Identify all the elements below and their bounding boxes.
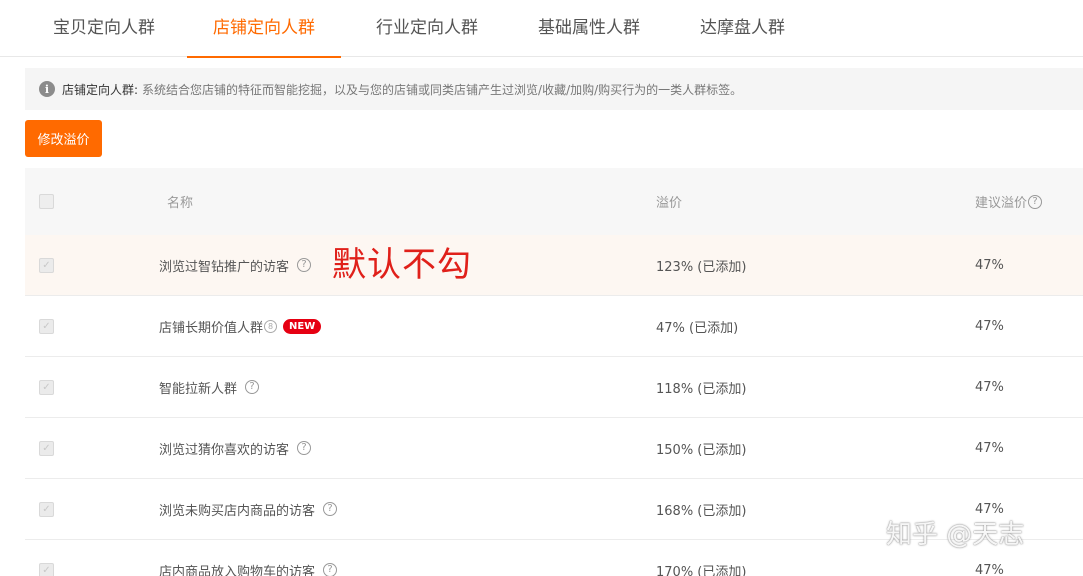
header-suggested: 建议溢价 ?	[975, 168, 1043, 235]
person-icon: 8	[264, 319, 278, 333]
watermark: 知乎 @天志	[886, 520, 1025, 550]
modify-premium-button[interactable]: 修改溢价	[25, 120, 102, 157]
select-all-checkbox[interactable]	[39, 194, 54, 209]
row-checkbox[interactable]: ✓	[39, 440, 54, 456]
help-icon[interactable]: ?	[1028, 194, 1043, 209]
row-checkbox[interactable]: ✓	[39, 318, 54, 334]
row-premium: 150% (已添加)	[656, 442, 747, 458]
tab-damopan[interactable]: 达摩盘人群	[700, 0, 785, 57]
table-row[interactable]: ✓ 浏览过猜你喜欢的访客? 150% (已添加) 47%	[25, 418, 1083, 479]
info-title: 店铺定向人群:	[62, 82, 139, 97]
tab-item-targeting[interactable]: 宝贝定向人群	[53, 0, 155, 57]
row-name: 店内商品放入购物车的访客	[159, 564, 316, 576]
row-name: 浏览过智钻推广的访客	[159, 259, 290, 275]
header-name: 名称	[167, 196, 194, 211]
row-premium: 168% (已添加)	[656, 503, 747, 519]
row-premium: 123% (已添加)	[656, 259, 747, 275]
annotation-text: 默认不勾	[332, 245, 472, 285]
header-suggested-label: 建议溢价	[975, 196, 1028, 211]
row-name: 浏览未购买店内商品的访客	[159, 503, 316, 519]
row-premium: 47% (已添加)	[656, 320, 739, 336]
row-checkbox[interactable]: ✓	[39, 257, 54, 273]
header-premium: 溢价	[656, 196, 683, 211]
row-suggested: 47%	[975, 318, 1004, 334]
tab-basic-attributes[interactable]: 基础属性人群	[538, 0, 640, 57]
table-row[interactable]: ✓ 智能拉新人群? 118% (已添加) 47%	[25, 357, 1083, 418]
row-checkbox[interactable]: ✓	[39, 501, 54, 517]
row-premium: 170% (已添加)	[656, 564, 747, 576]
help-icon[interactable]: ?	[297, 441, 312, 455]
row-suggested: 47%	[975, 440, 1004, 456]
help-icon[interactable]: ?	[323, 563, 338, 576]
help-icon[interactable]: ?	[297, 258, 312, 272]
row-suggested: 47%	[975, 379, 1004, 395]
row-name: 智能拉新人群	[159, 381, 238, 397]
help-icon[interactable]: ?	[323, 502, 338, 516]
row-name: 浏览过猜你喜欢的访客	[159, 442, 290, 458]
tab-bar: 宝贝定向人群 店铺定向人群 行业定向人群 基础属性人群 达摩盘人群	[0, 0, 1083, 58]
row-checkbox[interactable]: ✓	[39, 562, 54, 576]
info-bar: i 店铺定向人群: 系统结合您店铺的特征而智能挖掘，以及与您的店铺或同类店铺产生…	[25, 68, 1083, 110]
tab-shop-targeting[interactable]: 店铺定向人群	[187, 0, 341, 58]
info-icon: i	[39, 81, 55, 97]
row-premium: 118% (已添加)	[656, 381, 747, 397]
tab-industry-targeting[interactable]: 行业定向人群	[376, 0, 478, 57]
info-text: 系统结合您店铺的特征而智能挖掘，以及与您的店铺或同类店铺产生过浏览/收藏/加购/…	[142, 82, 743, 97]
row-suggested: 47%	[975, 257, 1004, 273]
table-row[interactable]: ✓ 浏览过智钻推广的访客? 123% (已添加) 47%	[25, 235, 1083, 296]
help-icon[interactable]: ?	[245, 380, 260, 394]
table-row[interactable]: ✓ 店铺长期价值人群 8 NEW 47% (已添加) 47%	[25, 296, 1083, 357]
row-name: 店铺长期价值人群	[159, 320, 264, 336]
new-badge: NEW	[283, 318, 322, 334]
table-header: 名称 溢价 建议溢价 ?	[25, 168, 1083, 235]
row-checkbox[interactable]: ✓	[39, 379, 54, 395]
